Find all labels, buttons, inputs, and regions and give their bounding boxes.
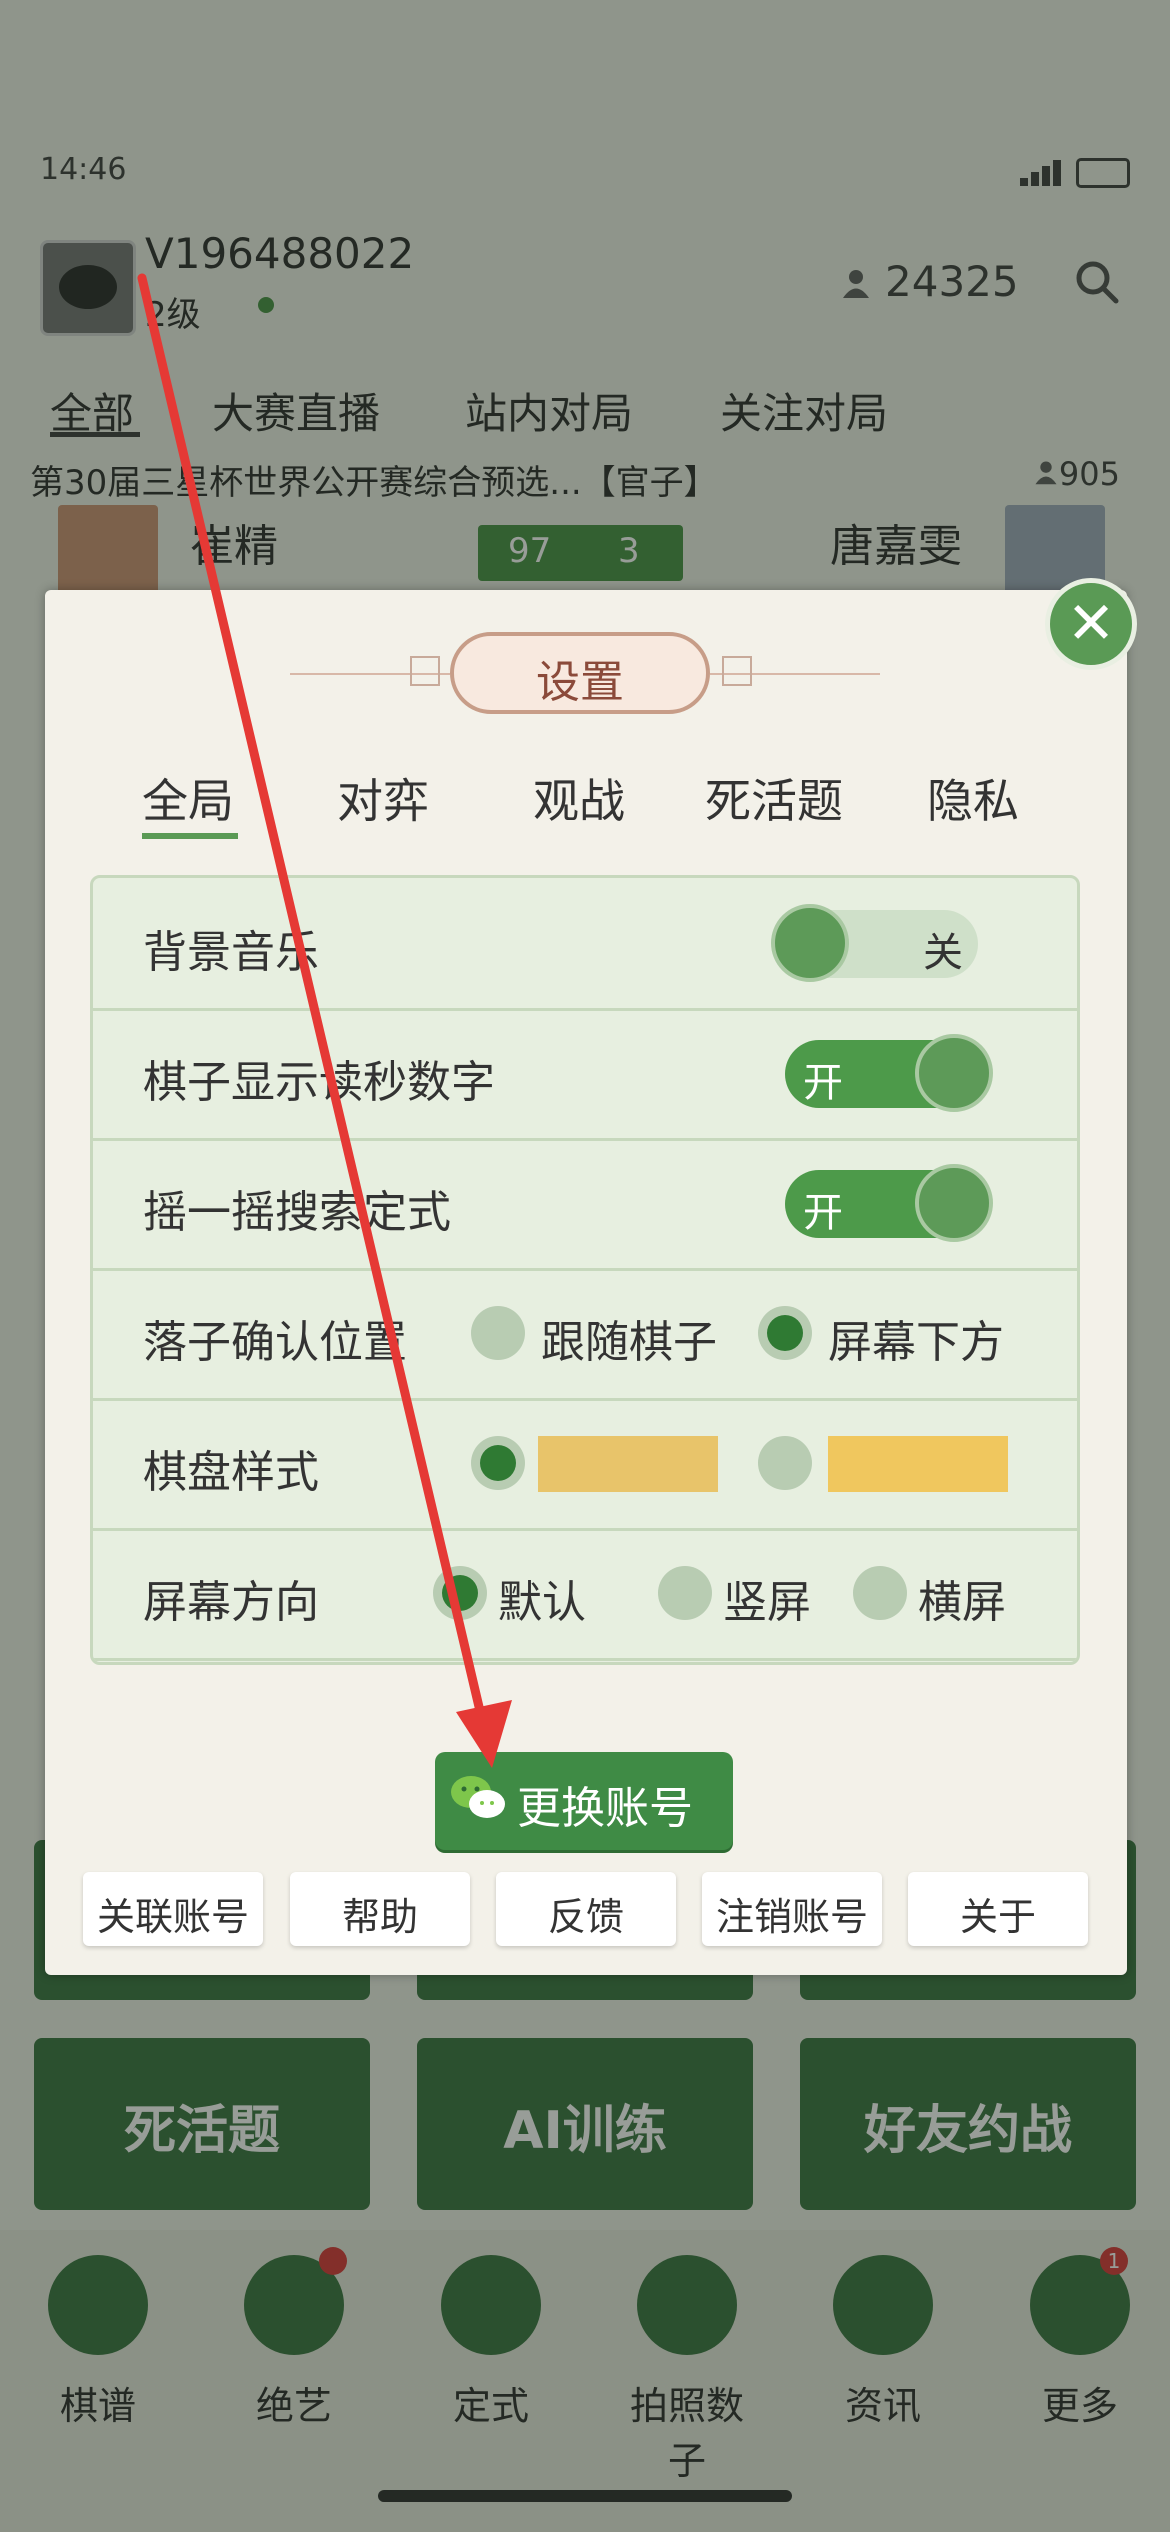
tab-life-death[interactable]: 死活题 (705, 765, 843, 831)
shake-search-toggle[interactable]: 开 (785, 1164, 993, 1242)
radio-screen-bottom[interactable] (758, 1306, 812, 1360)
radio-follow-stone[interactable] (471, 1306, 525, 1360)
setting-orientation: 屏幕方向 默认 竖屏 横屏 (93, 1528, 1077, 1661)
title-ornament-icon (410, 656, 440, 686)
feedback-button[interactable]: 反馈 (496, 1872, 676, 1946)
setting-confirm-position: 落子确认位置 跟随棋子 屏幕下方 (93, 1268, 1077, 1401)
tab-watch[interactable]: 观战 (533, 765, 625, 831)
board-thumb-2 (828, 1436, 1008, 1492)
help-button[interactable]: 帮助 (290, 1872, 470, 1946)
tab-global[interactable]: 全局 (142, 765, 234, 831)
radio-board-style-2[interactable] (758, 1436, 812, 1490)
dialog-title: 设置 (450, 632, 710, 714)
setting-bg-music: 背景音乐 关 (93, 878, 1077, 1011)
radio-orientation-default[interactable] (433, 1566, 487, 1620)
tab-privacy[interactable]: 隐私 (927, 765, 1019, 831)
active-tab-indicator (142, 833, 238, 839)
title-ornament-icon (722, 656, 752, 686)
delete-account-button[interactable]: 注销账号 (702, 1872, 882, 1946)
settings-list: 背景音乐 关 棋子显示读秒数字 开 摇一摇搜索定式 开 落子确认位置 跟随棋子 (90, 875, 1080, 1665)
board-thumb-1 (538, 1436, 718, 1492)
tab-play[interactable]: 对弈 (337, 765, 429, 831)
settings-dialog: 设置 全局 对弈 观战 死活题 隐私 背景音乐 关 棋子显示读秒数字 开 摇一摇… (45, 590, 1127, 1975)
setting-board-style: 棋盘样式 (93, 1398, 1077, 1531)
close-icon: ✕ (1066, 589, 1116, 657)
switch-account-button[interactable]: 更换账号 (435, 1752, 733, 1850)
link-account-button[interactable]: 关联账号 (83, 1872, 263, 1946)
radio-board-style-1[interactable] (471, 1436, 525, 1490)
stone-countdown-toggle[interactable]: 开 (785, 1034, 993, 1112)
radio-orientation-portrait[interactable] (658, 1566, 712, 1620)
setting-stone-countdown: 棋子显示读秒数字 开 (93, 1008, 1077, 1141)
wechat-icon (451, 1776, 505, 1818)
setting-shake-search: 摇一摇搜索定式 开 (93, 1138, 1077, 1271)
bg-music-toggle[interactable]: 关 (771, 904, 978, 982)
radio-orientation-landscape[interactable] (853, 1566, 907, 1620)
close-button[interactable]: ✕ (1045, 578, 1137, 670)
about-button[interactable]: 关于 (908, 1872, 1088, 1946)
settings-tabs: 全局 对弈 观战 死活题 隐私 (45, 765, 1127, 845)
setting-background[interactable]: 背景 (93, 1660, 1077, 1662)
